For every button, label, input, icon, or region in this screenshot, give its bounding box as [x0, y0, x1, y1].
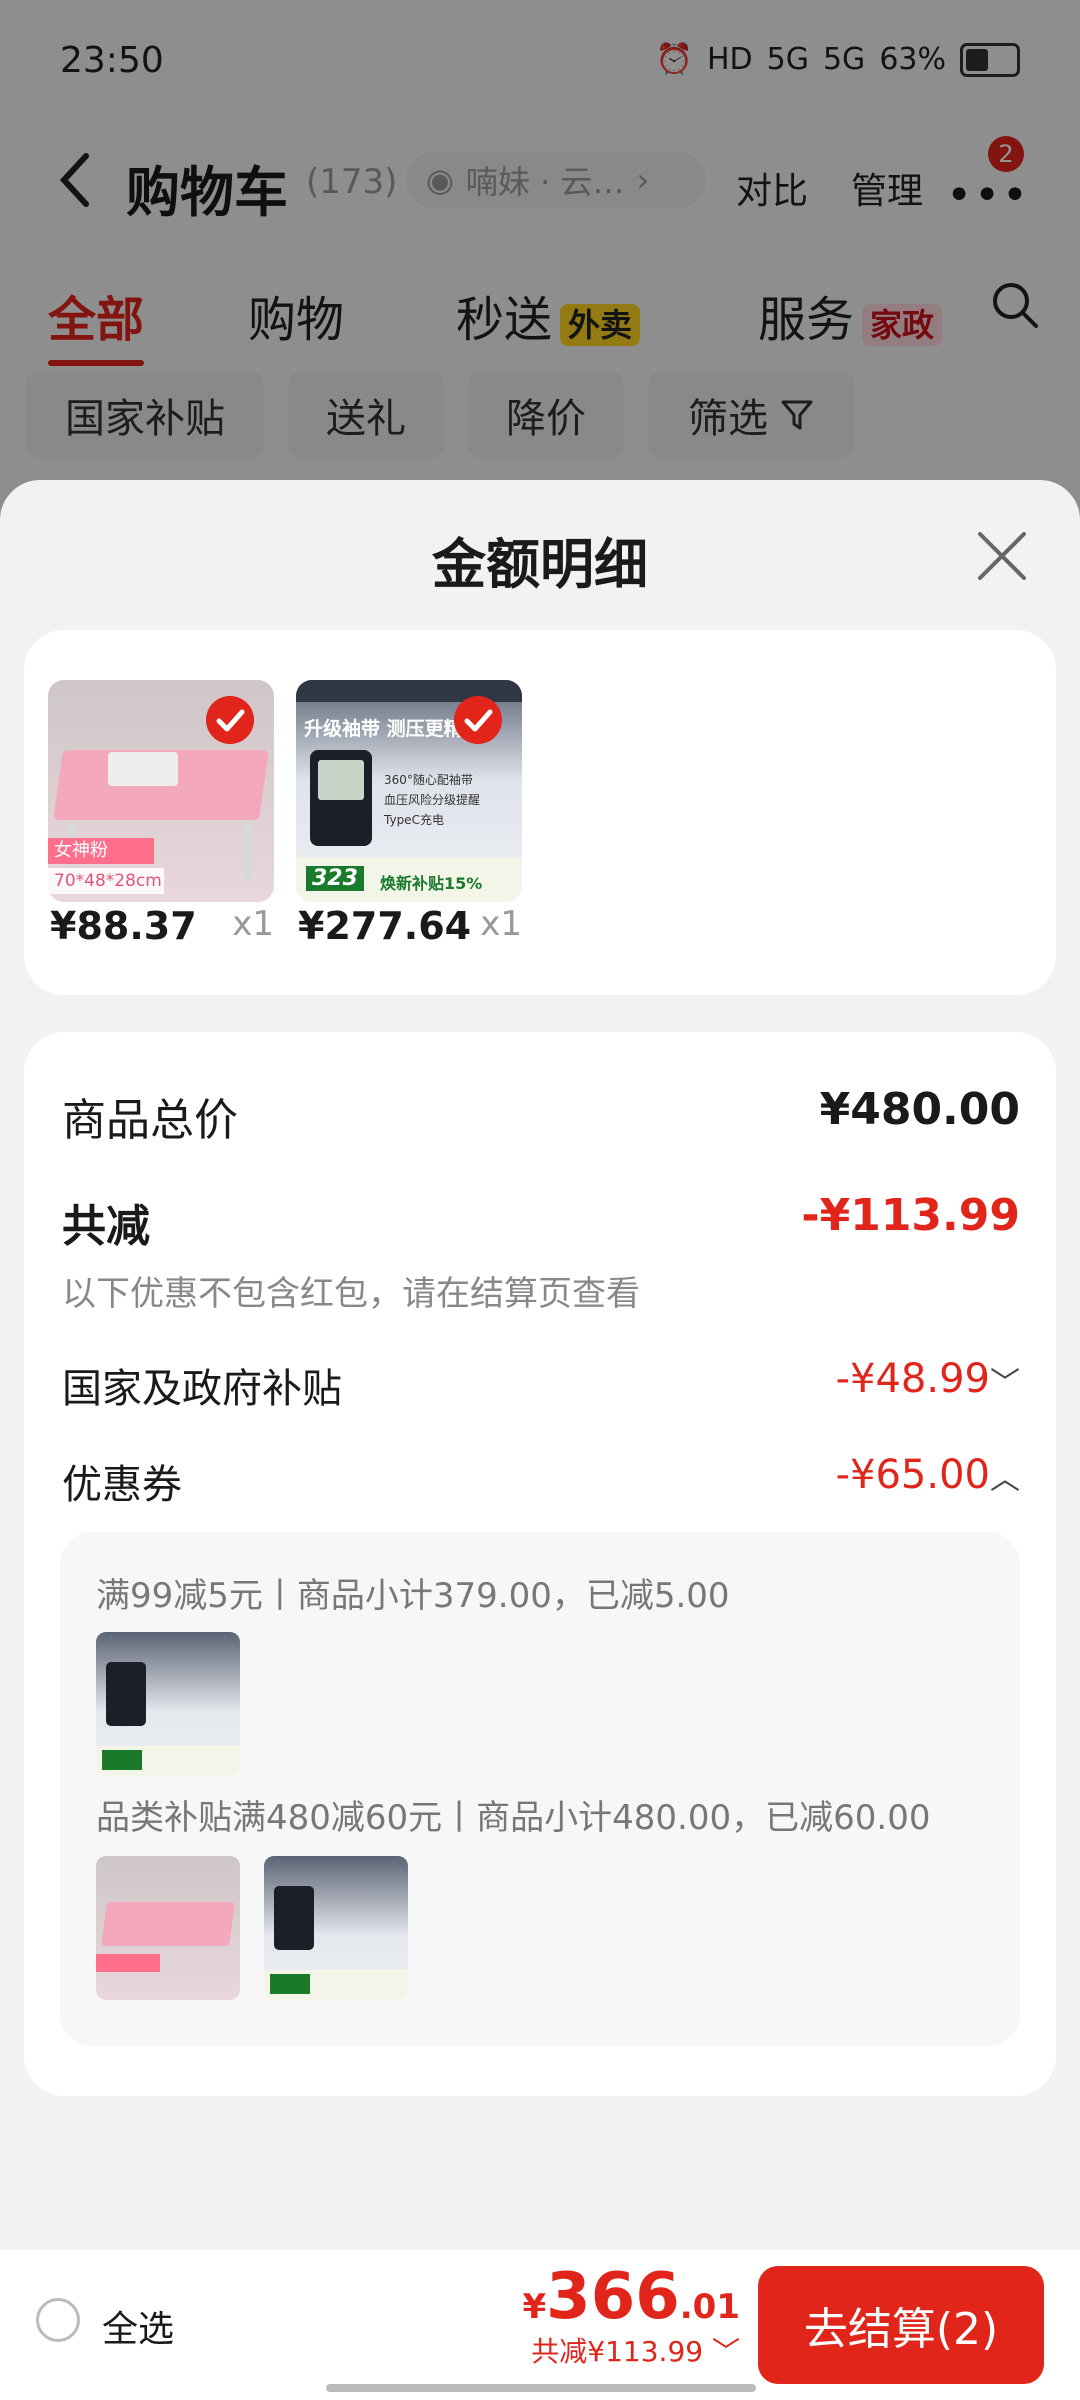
- bp-feature: 360°随心配袖带: [384, 773, 473, 787]
- desk-size-tag: 70*48*28cm: [48, 868, 164, 894]
- product-price: ¥88.37: [50, 904, 197, 948]
- coupon-row[interactable]: 优惠券 -¥65.00 ︿: [62, 1452, 1020, 1508]
- bp-promo: 焕新补贴15%: [380, 874, 483, 893]
- currency-symbol: ¥: [522, 2287, 547, 2327]
- product-image-laptop-desk: 女神粉 70*48*28cm: [48, 680, 274, 902]
- chevron-down-icon: ﹀: [990, 1366, 1020, 1401]
- bp-features: 360°随心配袖带 血压风险分级提醒 TypeC充电: [384, 770, 480, 830]
- price-decimal: .01: [679, 2287, 740, 2327]
- bp-feature: 血压风险分级提醒: [384, 793, 481, 807]
- chevron-up-icon: ︿: [990, 1462, 1020, 1497]
- price-integer: 366: [546, 2260, 680, 2334]
- product-item[interactable]: 女神粉 70*48*28cm ¥88.37 x1: [48, 680, 274, 948]
- gov-subsidy-row[interactable]: 国家及政府补贴 -¥48.99 ﹀: [62, 1356, 1020, 1412]
- coupon-rule: 满99减5元丨商品小计379.00，已减5.00: [96, 1576, 730, 1616]
- total-reduction-value: -¥113.99: [801, 1190, 1020, 1241]
- gov-subsidy-value: -¥48.99: [835, 1356, 990, 1402]
- coupon-product-thumb: [96, 1856, 240, 2000]
- select-all-label[interactable]: 全选: [102, 2300, 174, 2352]
- reduced-amount: 共减¥113.99: [531, 2335, 704, 2368]
- close-icon[interactable]: [972, 526, 1032, 586]
- product-item[interactable]: 升级袖带 测压更精准 360°随心配袖带 血压风险分级提醒 TypeC充电 32…: [296, 680, 522, 948]
- amount-detail-sheet: 金额明细 女神粉 70*48*28cm ¥88.37 x1 升级袖带 测压更精准…: [0, 480, 1080, 2400]
- product-price: ¥277.64: [298, 904, 472, 948]
- gov-subsidy-label: 国家及政府补贴: [62, 1366, 342, 1412]
- select-all-radio[interactable]: [36, 2298, 80, 2342]
- modal-overlay[interactable]: [0, 0, 1080, 520]
- total-price-row: 商品总价 ¥480.00: [62, 1084, 1020, 1146]
- chevron-down-icon: ﹀: [711, 2335, 740, 2368]
- total-price-label: 商品总价: [62, 1095, 238, 1146]
- price-summary-card: 商品总价 ¥480.00 共减 -¥113.99 以下优惠不包含红包，请在结算页…: [24, 1032, 1056, 2096]
- product-qty: x1: [480, 904, 522, 944]
- coupon-value: -¥65.00: [835, 1452, 990, 1498]
- coupon-product-thumb: [96, 1632, 240, 1776]
- checkout-bar: 全选 ¥366.01 共减¥113.99 ﹀ 去结算(2): [0, 2250, 1080, 2400]
- coupon-detail-box: 满99减5元丨商品小计379.00，已减5.00 品类补贴满480减60元丨商品…: [60, 1532, 1020, 2046]
- total-price-value: ¥480.00: [819, 1084, 1020, 1135]
- total-amount: ¥366.01 共减¥113.99 ﹀: [523, 2260, 741, 2370]
- product-qty: x1: [232, 904, 274, 944]
- desk-color-tag: 女神粉: [48, 838, 154, 864]
- discount-note: 以下优惠不包含红包，请在结算页查看: [62, 1274, 640, 1314]
- home-indicator: [326, 2384, 756, 2392]
- coupon-rule: 品类补贴满480减60元丨商品小计480.00，已减60.00: [96, 1798, 931, 1838]
- coupon-label: 优惠券: [62, 1462, 182, 1508]
- bp-feature: TypeC充电: [384, 813, 444, 827]
- product-image-blood-pressure-monitor: 升级袖带 测压更精准 360°随心配袖带 血压风险分级提醒 TypeC充电 32…: [296, 680, 522, 902]
- reduced-summary[interactable]: 共减¥113.99 ﹀: [523, 2330, 740, 2370]
- coupon-product-thumb: [264, 1856, 408, 2000]
- checkout-button[interactable]: 去结算(2): [758, 2266, 1044, 2384]
- cart-page-background: 23:50 ⏰ HD 5G 5G 63% 购物车 (173) ◉ 喃妹 · 云……: [0, 0, 1080, 520]
- bp-price-tag: 323: [306, 866, 364, 891]
- total-reduction-label: 共减: [62, 1201, 150, 1252]
- total-reduction-row: 共减 -¥113.99: [62, 1190, 1020, 1252]
- sheet-title: 金额明细: [432, 533, 648, 596]
- checked-icon[interactable]: [206, 696, 254, 744]
- selected-products-card: 女神粉 70*48*28cm ¥88.37 x1 升级袖带 测压更精准 360°…: [24, 630, 1056, 995]
- checked-icon[interactable]: [454, 696, 502, 744]
